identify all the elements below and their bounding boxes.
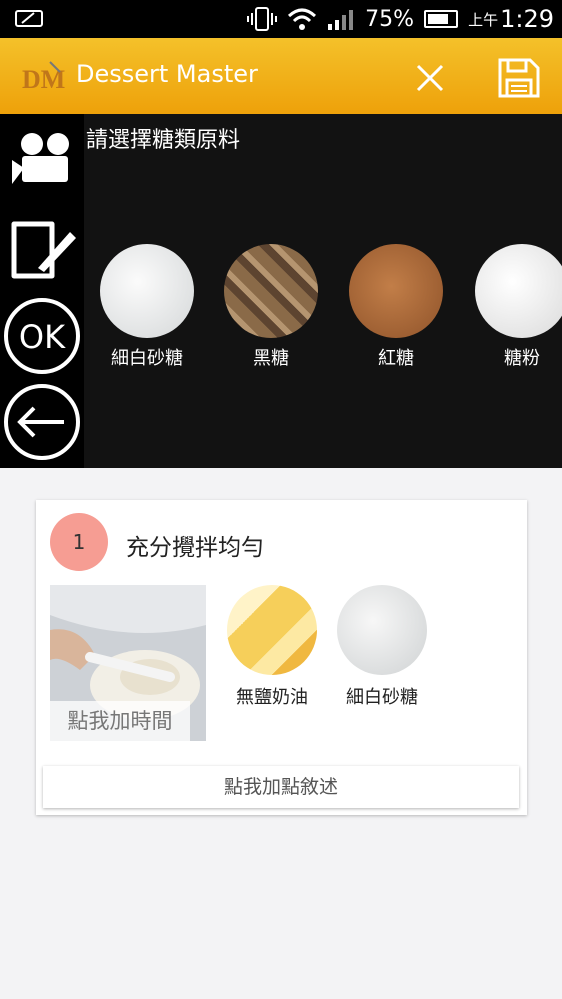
ingredient-label: 細白砂糖: [346, 687, 418, 708]
add-time-label[interactable]: 點我加時間: [50, 701, 190, 741]
status-bar: 75% 上午 1:29: [0, 0, 562, 38]
app-bar: DM Dessert Master: [0, 38, 562, 114]
sugar-option[interactable]: 細白砂糖: [97, 244, 197, 370]
back-arrow-icon[interactable]: [2, 382, 82, 462]
tool-rail: OK: [0, 114, 84, 468]
battery-icon: [424, 10, 459, 28]
step-card: 1 充分攪拌均勻 點我加時間 無鹽奶油 細白砂糖 點我加點敘述: [36, 500, 527, 815]
clock: 1:29: [500, 5, 554, 33]
add-description-button[interactable]: 點我加點敘述: [43, 766, 519, 808]
vibrate-icon: [247, 7, 278, 31]
sugar-option[interactable]: 紅糖: [346, 244, 446, 370]
ampm-label: 上午: [468, 10, 499, 29]
butter-image: [227, 585, 317, 675]
close-icon[interactable]: [410, 58, 450, 98]
sugar-image: [337, 585, 427, 675]
ingredient-item[interactable]: 無鹽奶油: [217, 585, 327, 709]
sugar-image: [475, 244, 562, 338]
ingredient-item[interactable]: 細白砂糖: [327, 585, 437, 709]
wifi-icon: [288, 8, 317, 30]
ok-label: OK: [19, 318, 66, 356]
step-photo[interactable]: 點我加時間: [50, 585, 206, 741]
ingredient-label: 無鹽奶油: [236, 687, 308, 708]
sugar-label: 糖粉: [504, 348, 540, 369]
sugar-label: 細白砂糖: [111, 348, 183, 369]
sugar-image: [349, 244, 443, 338]
sugar-image: [224, 244, 318, 338]
panel-heading: 請選擇糖類原料: [86, 128, 241, 153]
sugar-image: [100, 244, 194, 338]
step-title: 充分攪拌均勻: [126, 535, 264, 561]
save-icon[interactable]: [496, 56, 542, 100]
signal-icon: [328, 10, 354, 30]
step-number-badge: 1: [50, 513, 108, 571]
edit-note-icon[interactable]: [2, 210, 82, 290]
sugar-label: 紅糖: [378, 348, 414, 369]
app-title: Dessert Master: [76, 60, 258, 88]
ingredient-picker-panel: OK 請選擇糖類原料 細白砂糖 黑糖 紅糖 糖粉: [0, 114, 562, 468]
screen-icon: [15, 10, 43, 27]
ok-button[interactable]: OK: [2, 296, 82, 376]
sugar-option[interactable]: 糖粉: [472, 244, 562, 370]
sugar-option[interactable]: 黑糖: [221, 244, 321, 370]
battery-percent: 75%: [365, 6, 415, 32]
logo-text: DM: [22, 65, 65, 94]
sugar-label: 黑糖: [253, 348, 289, 369]
video-camera-icon[interactable]: [2, 118, 82, 198]
app-logo-icon: DM: [22, 61, 65, 94]
